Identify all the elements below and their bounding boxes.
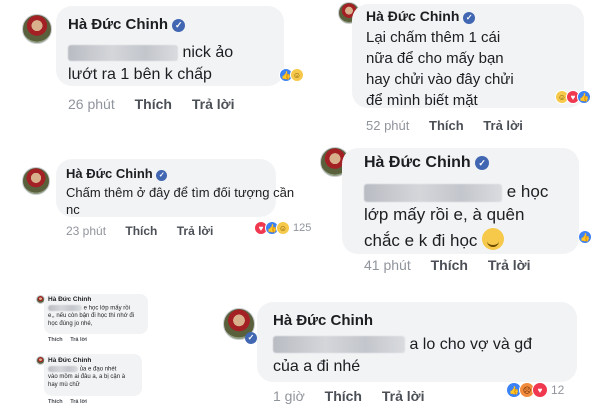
blurred-mention — [48, 366, 78, 372]
comment-text-line-3: học đúng jo nhé, — [48, 321, 93, 327]
verified-check-icon: ✓ — [245, 332, 257, 344]
reaction-summary[interactable]: 👍 ☹ ♥ 12 — [506, 382, 565, 398]
reaction-summary[interactable]: ☺ ♥ 👍 — [555, 90, 591, 104]
comment-text-line-1: ủa e đạo nhét — [48, 366, 116, 373]
comment-5: Hà Đức Chinh e học lớp mấy rồi e,, nếu c… — [0, 290, 170, 348]
reply-button[interactable]: Trả lời — [483, 118, 523, 133]
like-reaction-icon: 👍 — [578, 230, 592, 244]
verified-check-icon: ✓ — [463, 12, 476, 24]
verified-check-icon: ✓ — [475, 156, 490, 170]
comment-1: Hà Đức Chinh ✓ nick ảo lướt ra 1 bên k c… — [0, 0, 304, 125]
comment-actions: 1 giờ Thích Trả lời — [273, 388, 441, 404]
comment-text: e học — [364, 182, 548, 202]
comment-text-line-3: hay mù chữ — [48, 382, 80, 388]
comment-actions: 52 phút Thích Trả lời — [366, 118, 539, 133]
commenter-name[interactable]: Hà Đức Chinh ✓ — [366, 8, 476, 24]
comment-text-line-1: Chấm thêm ở đây để tìm đối tượng cần — [66, 185, 295, 200]
reaction-summary[interactable]: 👍 — [578, 230, 592, 244]
like-button[interactable]: Thích — [429, 118, 464, 133]
haha-reaction-icon: ☺ — [276, 221, 290, 235]
reply-button[interactable]: Trả lời — [488, 257, 531, 273]
comment-text-line-4: để mình biết mặt — [366, 92, 478, 109]
commenter-name[interactable]: Hà Đức Chinh ✓ — [68, 16, 186, 33]
comment-text-line-1: Lại chấm thêm 1 cái — [366, 29, 501, 46]
blurred-mention — [364, 183, 502, 202]
comment-text-line-3: hay chửi vào đây chửi — [366, 71, 514, 88]
comment-4: Hà Đức Chinh ✓ e học lớp mấy rồi e, à qu… — [315, 140, 598, 280]
blurred-mention — [48, 305, 82, 311]
comment-time[interactable]: 26 phút — [68, 96, 115, 112]
blurred-mention — [68, 44, 178, 61]
blurred-mention — [273, 336, 405, 354]
comment-actions: 26 phút Thích Trả lời — [68, 96, 250, 112]
reaction-count: 12 — [551, 383, 565, 397]
commenter-name[interactable]: Hà Đức Chinh — [48, 296, 91, 303]
commenter-name[interactable]: Hà Đức Chinh — [48, 357, 91, 364]
comment-text-line-2: nữa để cho mấy bạn — [366, 50, 504, 67]
smiling-face-emoji-icon — [482, 228, 505, 250]
reply-button[interactable]: Trả lời — [177, 224, 214, 238]
comment-7: Hà Đức Chinh ✓ a lo cho vợ và gđ của a đ… — [215, 300, 598, 418]
comment-text: nick ảo — [68, 44, 233, 62]
like-button[interactable]: Thích — [135, 96, 172, 112]
reply-button[interactable]: Trả lời — [70, 337, 87, 343]
reaction-count: 125 — [293, 222, 312, 234]
comment-actions: Thích Trả lời — [48, 399, 103, 405]
comment-actions: 23 phút Thích Trả lời — [66, 224, 229, 238]
comment-actions: Thích Trả lời — [48, 337, 103, 343]
comment-text-line-2: e,, nếu còn bận đi học thì nhớ đi — [48, 313, 134, 319]
avatar[interactable] — [22, 14, 52, 44]
haha-reaction-icon: ☺ — [290, 68, 304, 82]
verified-check-icon: ✓ — [156, 170, 168, 181]
comment-time[interactable]: 1 giờ — [273, 388, 305, 404]
reply-button[interactable]: Trả lời — [192, 96, 235, 112]
comment-6: Hà Đức Chinh ủa e đạo nhét vào mồm ai đâ… — [0, 350, 170, 410]
like-button[interactable]: Thích — [48, 399, 63, 405]
reply-button[interactable]: Trả lời — [382, 388, 425, 404]
like-button[interactable]: Thích — [48, 337, 63, 343]
like-button[interactable]: Thích — [125, 224, 157, 238]
reaction-summary[interactable]: 👍 ☺ — [279, 68, 304, 82]
comment-text: a lo cho vợ và gđ — [273, 336, 532, 354]
verified-check-icon: ✓ — [172, 19, 186, 32]
comment-text-line-2: vào mồm ai đâu a, a bị cận à — [48, 374, 126, 380]
reply-button[interactable]: Trả lời — [70, 399, 87, 405]
comment-text-line-2: lớp mấy rồi e, à quên — [364, 205, 525, 224]
comment-text-line-2: của a đi nhé — [273, 358, 361, 375]
commenter-name[interactable]: Hà Đức Chinh — [273, 312, 373, 329]
comment-3: Hà Đức Chinh ✓ Chấm thêm ở đây để tìm đố… — [0, 155, 315, 245]
like-button[interactable]: Thích — [431, 257, 468, 273]
comment-text-line-2: lướt ra 1 bên k chấp — [68, 66, 212, 83]
comment-time[interactable]: 41 phút — [364, 257, 411, 273]
reaction-summary[interactable]: ♥ 👍 ☺ 125 — [254, 221, 312, 235]
comment-2: Hà Đức Chinh ✓ Lại chấm thêm 1 cái nữa đ… — [320, 0, 598, 140]
comment-actions: 41 phút Thích Trả lời — [364, 257, 546, 273]
comment-text-line-1: e học lớp mấy rồi — [48, 305, 130, 312]
comment-time[interactable]: 23 phút — [66, 224, 106, 238]
commenter-name[interactable]: Hà Đức Chinh ✓ — [364, 154, 490, 172]
comment-text-line-3: chắc e k đi học — [364, 228, 505, 251]
comment-time[interactable]: 52 phút — [366, 118, 409, 133]
commenter-name[interactable]: Hà Đức Chinh ✓ — [66, 166, 168, 181]
like-button[interactable]: Thích — [325, 388, 362, 404]
like-reaction-icon: 👍 — [577, 90, 591, 104]
comment-text-line-2: nc — [66, 202, 80, 217]
love-reaction-icon: ♥ — [532, 382, 548, 398]
avatar[interactable] — [22, 167, 50, 195]
